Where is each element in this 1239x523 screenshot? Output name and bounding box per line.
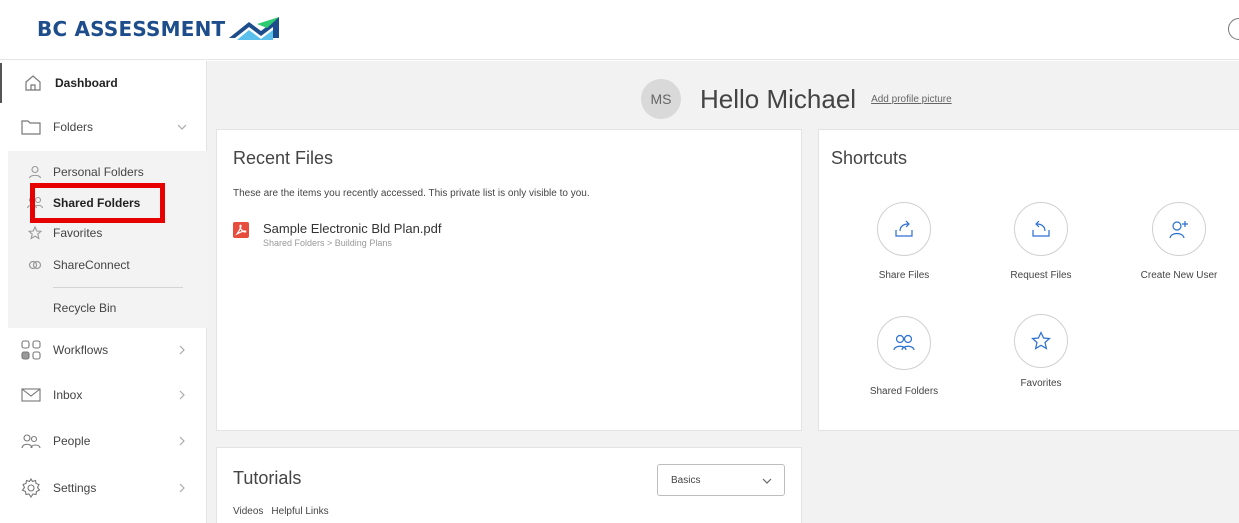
tutorials-title: Tutorials	[233, 468, 302, 488]
logo-text: BC ASSESSMENT	[37, 17, 226, 41]
shortcuts-card: Shortcuts Share Files Request Files Crea…	[818, 129, 1239, 431]
chevron-down-icon	[762, 478, 772, 484]
user-icon	[27, 164, 43, 180]
sidebar-subitem-label: Personal Folders	[53, 165, 144, 179]
shortcut-label: Create New User	[1140, 270, 1218, 281]
shortcut-label: Share Files	[878, 270, 930, 281]
submenu-divider	[53, 287, 183, 288]
recent-files-description: These are the items you recently accesse…	[233, 188, 590, 199]
add-profile-picture-link[interactable]: Add profile picture	[871, 94, 952, 105]
greeting-bar: MS Hello Michael Add profile picture	[641, 79, 952, 119]
shareconnect-icon	[27, 257, 43, 273]
select-value: Basics	[671, 475, 701, 486]
sidebar-item-label: Inbox	[53, 388, 83, 402]
sidebar-subitem-label: ShareConnect	[53, 258, 130, 272]
recent-files-title: Recent Files	[233, 148, 334, 168]
sidebar-item-personal-folders[interactable]: Personal Folders	[8, 161, 207, 183]
sidebar-item-people[interactable]: People	[0, 421, 207, 461]
sidebar: Dashboard Folders Personal Folders Share…	[0, 61, 207, 523]
tutorials-category-select[interactable]: Basics	[657, 464, 785, 496]
folders-submenu: Personal Folders Shared Folders Favorite…	[8, 151, 207, 328]
sidebar-subitem-label: Favorites	[53, 226, 103, 240]
shortcut-create-new-user[interactable]: Create New User	[1124, 202, 1234, 292]
sidebar-item-recycle-bin[interactable]: Recycle Bin	[8, 297, 207, 319]
shortcut-label: Shared Folders	[869, 386, 939, 397]
chevron-right-icon	[179, 345, 185, 355]
sidebar-item-dashboard[interactable]: Dashboard	[0, 63, 207, 103]
sidebar-item-label: Folders	[53, 120, 94, 134]
chevron-right-icon	[179, 436, 185, 446]
shortcut-label: Request Files	[1010, 270, 1072, 281]
mail-icon	[20, 384, 42, 406]
recent-files-card: Recent Files These are the items you rec…	[216, 129, 802, 431]
search-icon[interactable]	[1228, 18, 1239, 40]
shortcut-share-files[interactable]: Share Files	[849, 202, 959, 292]
sidebar-item-label: Workflows	[53, 343, 109, 357]
recent-file-row[interactable]: Sample Electronic Bld Plan.pdf Shared Fo…	[233, 220, 633, 256]
pdf-icon	[233, 222, 249, 238]
sidebar-item-settings[interactable]: Settings	[0, 468, 207, 508]
highlight-annotation	[30, 183, 165, 223]
tutorials-tabs: Videos Helpful Links	[233, 506, 329, 517]
sidebar-item-label: People	[53, 434, 91, 448]
shortcuts-title: Shortcuts	[831, 148, 908, 168]
bc-assessment-logo[interactable]: BC ASSESSMENT	[37, 14, 285, 44]
app-header: BC ASSESSMENT	[0, 0, 1239, 60]
shortcut-favorites[interactable]: Favorites	[986, 314, 1096, 404]
shortcut-request-files[interactable]: Request Files	[986, 202, 1096, 292]
chevron-right-icon	[179, 390, 185, 400]
sidebar-item-workflows[interactable]: Workflows	[0, 330, 207, 370]
shortcut-label: Favorites	[1020, 378, 1062, 389]
home-icon	[22, 72, 44, 94]
shortcut-shared-folders[interactable]: Shared Folders	[849, 316, 959, 406]
main-content: MS Hello Michael Add profile picture Rec…	[207, 61, 1239, 523]
request-icon	[1014, 202, 1068, 256]
logo-roof-icon	[229, 17, 280, 40]
star-icon	[27, 225, 43, 241]
star-icon	[1014, 314, 1068, 368]
file-name[interactable]: Sample Electronic Bld Plan.pdf	[263, 221, 441, 236]
tutorials-card: Tutorials Basics Videos Helpful Links	[216, 447, 802, 523]
sidebar-item-shareconnect[interactable]: ShareConnect	[8, 254, 207, 276]
gear-icon	[20, 477, 42, 499]
sidebar-item-folders[interactable]: Folders	[0, 107, 207, 147]
folder-icon	[20, 116, 42, 138]
chevron-right-icon	[179, 483, 185, 493]
workflows-icon	[20, 339, 42, 361]
users-icon	[877, 316, 931, 370]
chevron-down-icon	[177, 124, 187, 130]
tab-helpful-links[interactable]: Helpful Links	[271, 506, 328, 517]
greeting-text: Hello Michael	[700, 83, 857, 114]
people-icon	[20, 430, 42, 452]
sidebar-item-label: Dashboard	[55, 76, 118, 90]
add-user-icon	[1152, 202, 1206, 256]
tab-videos[interactable]: Videos	[233, 506, 263, 517]
sidebar-subitem-label: Recycle Bin	[53, 301, 117, 315]
sidebar-item-inbox[interactable]: Inbox	[0, 375, 207, 415]
sidebar-item-favorites[interactable]: Favorites	[8, 222, 207, 244]
share-icon	[877, 202, 931, 256]
sidebar-item-label: Settings	[53, 481, 97, 495]
file-path: Shared Folders > Building Plans	[263, 238, 392, 248]
avatar[interactable]: MS	[641, 79, 681, 119]
